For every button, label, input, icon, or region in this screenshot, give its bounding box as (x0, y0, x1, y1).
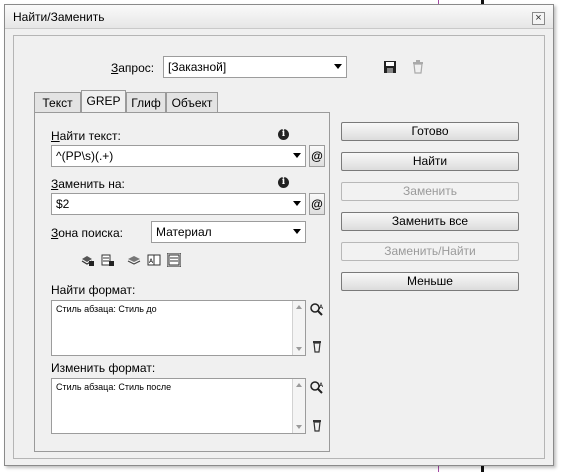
replace-info-icon[interactable]: i (278, 177, 289, 188)
replace-with-value: $2 (56, 197, 70, 211)
query-label: Запрос: (111, 61, 155, 75)
done-button[interactable]: Готово (341, 122, 519, 141)
dialog-title: Найти/Заменить (13, 10, 105, 24)
find-format-text: Стиль абзаца: Стиль до (56, 304, 157, 314)
find-button[interactable]: Найти (341, 152, 519, 171)
include-hidden-layers-icon[interactable] (127, 253, 141, 267)
chevron-down-icon (293, 201, 301, 206)
clear-attributes-icon[interactable] (310, 339, 324, 353)
find-special-chars-button[interactable]: @ (309, 145, 325, 167)
grep-panel: Найти текст: i ^(PP\s)(.+) @ Заменить на… (34, 112, 330, 452)
find-format-box[interactable]: Стиль абзаца: Стиль до (51, 300, 306, 356)
find-text-label: Найти текст: (51, 129, 121, 143)
search-zone-select[interactable]: Материал (151, 221, 306, 243)
tab-text[interactable]: Текст (34, 92, 81, 112)
scroll-up-icon[interactable] (296, 305, 302, 309)
dialog-content: Запрос: [Заказной] Текст GREP Глиф Объек… (13, 35, 545, 459)
scroll-up-icon[interactable] (296, 383, 302, 387)
include-locked-stories-icon[interactable] (101, 253, 115, 267)
replace-special-chars-button[interactable]: @ (309, 193, 325, 215)
tab-glyph[interactable]: Глиф (126, 92, 166, 112)
find-format-label: Найти формат: (51, 283, 136, 297)
scroll-down-icon[interactable] (296, 425, 302, 429)
less-button[interactable]: Меньше (341, 272, 519, 291)
scroll-down-icon[interactable] (296, 347, 302, 351)
svg-text:A: A (319, 304, 324, 311)
replace-with-label: Заменить на: (51, 177, 125, 191)
query-select[interactable]: [Заказной] (163, 56, 347, 78)
specify-attributes-icon[interactable]: A (310, 381, 324, 395)
replace-find-button[interactable]: Заменить/Найти (341, 242, 519, 261)
change-format-box[interactable]: Стиль абзаца: Стиль после (51, 378, 306, 434)
replace-all-button[interactable]: Заменить все (341, 212, 519, 231)
include-footnotes-icon[interactable] (167, 253, 181, 267)
title-bar[interactable]: Найти/Заменить × (5, 5, 553, 29)
change-format-text: Стиль абзаца: Стиль после (56, 382, 172, 392)
close-icon: × (535, 12, 542, 24)
svg-text:A: A (319, 382, 324, 389)
find-replace-dialog: Найти/Заменить × Запрос: [Заказной] Текс… (4, 4, 554, 466)
close-button[interactable]: × (532, 12, 545, 25)
find-info-icon[interactable]: i (278, 129, 289, 140)
change-format-scrollbar[interactable] (292, 379, 305, 433)
find-text-field[interactable]: ^(PP\s)(.+) (51, 145, 306, 167)
include-locked-layers-icon[interactable] (81, 253, 95, 267)
specify-attributes-icon[interactable]: A (310, 303, 324, 317)
include-master-pages-icon[interactable]: A (147, 253, 161, 267)
trash-icon[interactable] (411, 60, 425, 74)
tab-object[interactable]: Объект (166, 92, 218, 112)
replace-button[interactable]: Заменить (341, 182, 519, 201)
search-zone-value: Материал (156, 225, 212, 239)
chevron-down-icon (293, 229, 301, 234)
replace-with-field[interactable]: $2 (51, 193, 306, 215)
chevron-down-icon (293, 153, 301, 158)
find-format-scrollbar[interactable] (292, 301, 305, 355)
query-value: [Заказной] (168, 60, 227, 74)
search-zone-label: Зона поиска: (51, 226, 123, 240)
chevron-down-icon (334, 64, 342, 69)
tab-grep[interactable]: GREP (81, 90, 126, 112)
clear-attributes-icon[interactable] (310, 418, 324, 432)
save-icon[interactable] (383, 60, 397, 74)
find-text-value: ^(PP\s)(.+) (56, 149, 114, 163)
change-format-label: Изменить формат: (51, 361, 156, 375)
